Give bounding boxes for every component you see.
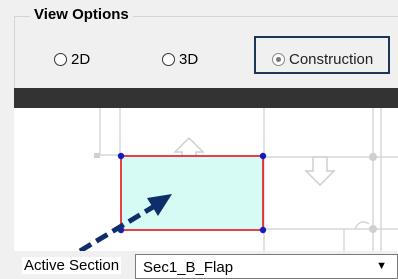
construction-drawing	[78, 108, 398, 251]
arrow-down-icon	[304, 156, 336, 187]
radio-construction[interactable]: Construction	[272, 48, 373, 70]
radio-circle-icon	[54, 52, 67, 66]
radio-construction-label: Construction	[289, 50, 374, 68]
radio-2d[interactable]: 2D	[54, 48, 90, 70]
view-options-title: View Options	[30, 6, 133, 23]
active-section-label: Active Section	[22, 257, 122, 274]
radio-2d-label: 2D	[71, 50, 91, 68]
construction-viewport[interactable]	[14, 108, 398, 251]
radio-3d-label: 3D	[179, 50, 199, 68]
dropdown-arrow-icon[interactable]: ▼	[376, 260, 387, 272]
active-section-dropdown[interactable]: Sec1_B_Flap ▼	[135, 254, 398, 279]
active-section-shape[interactable]	[120, 155, 264, 231]
active-section-value: Sec1_B_Flap	[143, 259, 234, 276]
viewport-header-bar	[14, 88, 398, 108]
active-section-row: Active Section Sec1_B_Flap ▼	[0, 250, 398, 279]
radio-selected-icon	[272, 52, 285, 66]
radio-circle-icon	[162, 52, 175, 66]
radio-3d[interactable]: 3D	[162, 48, 198, 70]
